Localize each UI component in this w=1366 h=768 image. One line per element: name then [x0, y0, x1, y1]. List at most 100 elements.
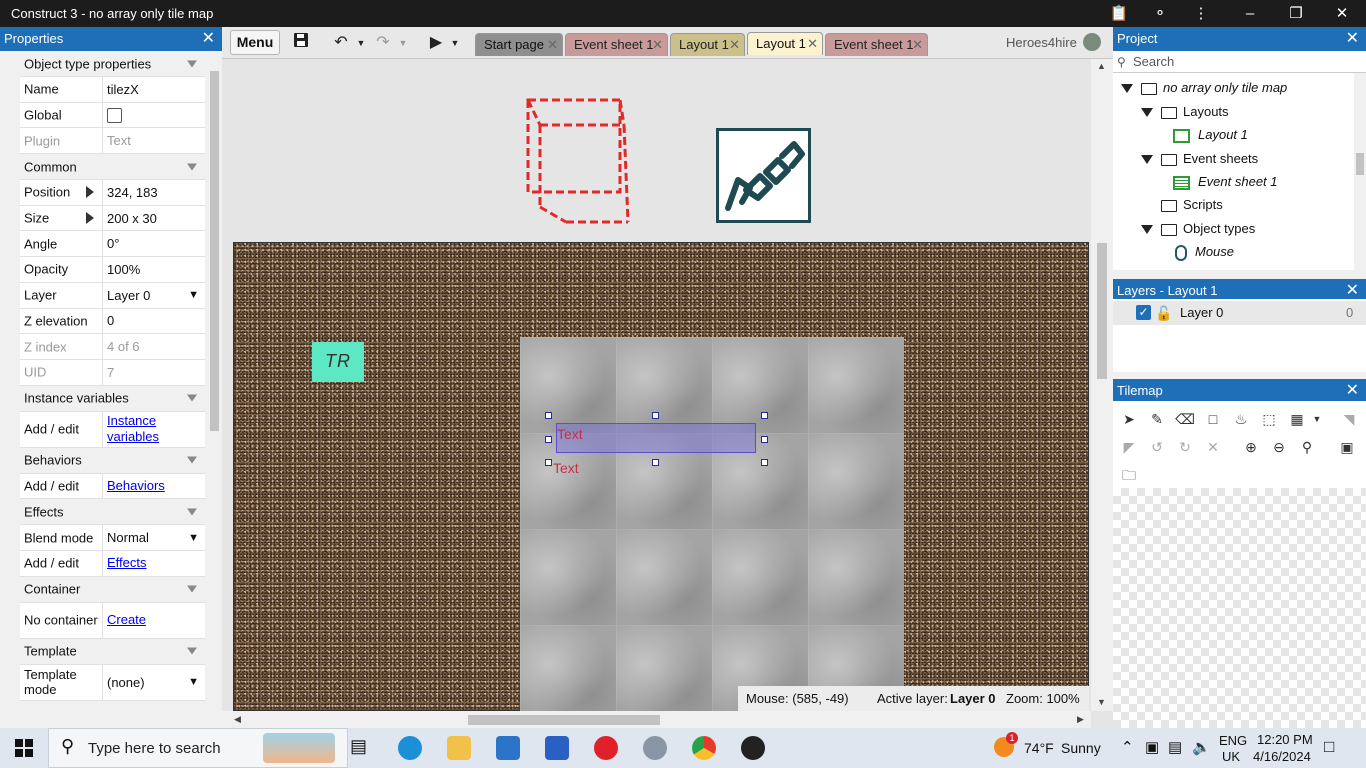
eraser-icon[interactable]: ⌫: [1175, 409, 1195, 429]
tileset-grid[interactable]: [1113, 488, 1366, 728]
volume-icon[interactable]: 🔈: [1192, 738, 1211, 756]
pencil-icon[interactable]: ✎: [1147, 409, 1167, 429]
text-instance-1[interactable]: Text: [557, 426, 583, 442]
property-link[interactable]: Effects: [107, 555, 147, 571]
property-value[interactable]: Instance variables: [102, 411, 205, 447]
tile-brush-icon[interactable]: ▦: [1287, 409, 1307, 429]
close-tab-icon[interactable]: ✕: [729, 34, 740, 56]
layout-view[interactable]: TR Text Text Mouse: (585, -49) Active la…: [222, 59, 1113, 728]
property-section[interactable]: Container: [20, 576, 205, 603]
vertical-scrollbar[interactable]: ▲ ▼: [1091, 59, 1113, 711]
tree-item[interactable]: Object types: [1141, 218, 1255, 240]
tree-item[interactable]: Event sheets: [1141, 148, 1258, 170]
play-icon[interactable]: ▶: [427, 32, 445, 54]
property-section[interactable]: Instance variables: [20, 385, 205, 412]
clear-icon[interactable]: ✕: [1203, 437, 1223, 457]
store-icon[interactable]: [545, 736, 569, 760]
task-view-icon[interactable]: ▤: [350, 736, 367, 757]
minimize-button[interactable]: –: [1230, 0, 1270, 27]
rotate-cw-icon[interactable]: ↻: [1175, 437, 1195, 457]
property-row[interactable]: Z elevation 0: [20, 308, 205, 335]
close-icon[interactable]: ✕: [1346, 379, 1359, 403]
language-primary[interactable]: ENG: [1219, 733, 1247, 748]
property-row[interactable]: Add / edit Instance variables: [20, 411, 205, 448]
clipboard-icon[interactable]: 📋: [1099, 0, 1139, 27]
weather-text[interactable]: Sunny: [1061, 740, 1101, 756]
more-vert-icon[interactable]: ⋮: [1181, 0, 1221, 27]
media-player-icon[interactable]: [741, 736, 765, 760]
property-section[interactable]: Common: [20, 154, 205, 181]
taskbar-search-input[interactable]: ⚲ Type here to search: [48, 728, 348, 768]
resize-handle-l[interactable]: [545, 436, 552, 443]
rectangle-icon[interactable]: □: [1203, 409, 1223, 429]
property-value[interactable]: 0°: [102, 231, 205, 257]
tree-item[interactable]: Event sheet 1: [1173, 171, 1278, 193]
resize-handle-t[interactable]: [652, 412, 659, 419]
scroll-left-icon[interactable]: ◀: [234, 714, 241, 725]
close-tab-icon[interactable]: ✕: [547, 34, 558, 56]
property-row[interactable]: Size 200 x 30: [20, 205, 205, 232]
project-search-input[interactable]: ⚲ Search: [1113, 51, 1366, 73]
property-row[interactable]: Position 324, 183: [20, 180, 205, 206]
tree-item[interactable]: Layouts: [1141, 101, 1229, 123]
property-value[interactable]: 200 x 30: [102, 205, 205, 231]
collapse-icon[interactable]: [187, 585, 197, 593]
property-link[interactable]: Behaviors: [107, 478, 165, 494]
scroll-up-icon[interactable]: ▲: [1097, 61, 1106, 71]
scroll-right-icon[interactable]: ▶: [1077, 714, 1084, 725]
network-icon[interactable]: ▤: [1168, 738, 1182, 756]
expand-tree-icon[interactable]: [1141, 108, 1153, 118]
property-section[interactable]: Object type properties: [20, 51, 205, 77]
mirror-icon[interactable]: ◥: [1339, 409, 1359, 429]
property-row[interactable]: Add / edit Effects: [20, 550, 205, 577]
project-scrollbar[interactable]: [1354, 73, 1366, 270]
settings-icon[interactable]: [643, 736, 667, 760]
chevron-up-icon[interactable]: ⌃: [1121, 738, 1134, 756]
windows-start-icon[interactable]: [15, 739, 33, 757]
expand-tree-icon[interactable]: [1141, 155, 1153, 165]
flip-icon[interactable]: ◤: [1119, 437, 1139, 457]
scroll-down-icon[interactable]: ▼: [1097, 697, 1106, 707]
property-row[interactable]: Add / edit Behaviors: [20, 473, 205, 500]
clock-time[interactable]: 12:20 PM: [1257, 732, 1313, 747]
expand-icon[interactable]: [86, 212, 94, 225]
file-explorer-icon[interactable]: [447, 736, 471, 760]
save-icon[interactable]: ▣: [1337, 437, 1357, 457]
opera-icon[interactable]: [594, 736, 618, 760]
property-link[interactable]: Create: [107, 612, 146, 628]
menu-button[interactable]: Menu: [230, 30, 280, 55]
undo-icon[interactable]: ↶: [330, 32, 352, 54]
global-checkbox[interactable]: [107, 107, 122, 123]
language-secondary[interactable]: UK: [1222, 749, 1240, 764]
fill-icon[interactable]: ♨: [1231, 409, 1251, 429]
expand-icon[interactable]: [86, 186, 94, 199]
close-icon[interactable]: ✕: [202, 27, 215, 51]
resize-handle-r[interactable]: [761, 436, 768, 443]
property-row[interactable]: UID 7: [20, 359, 205, 386]
property-row[interactable]: Layer Layer 0 ▼: [20, 282, 205, 309]
lock-icon[interactable]: 🔓: [1155, 301, 1172, 325]
property-value[interactable]: 0: [102, 308, 205, 334]
property-value[interactable]: Effects: [102, 550, 205, 576]
property-section[interactable]: Effects: [20, 499, 205, 526]
save-icon[interactable]: [292, 32, 310, 54]
meet-now-icon[interactable]: ▣: [1145, 738, 1159, 756]
play-dropdown-icon[interactable]: ▼: [450, 32, 460, 54]
property-section[interactable]: Template: [20, 638, 205, 665]
resize-handle-tl[interactable]: [545, 412, 552, 419]
chrome-icon[interactable]: [692, 736, 716, 760]
tree-item[interactable]: no array only tile map: [1121, 77, 1287, 99]
pointer-icon[interactable]: ➤: [1119, 409, 1139, 429]
edge-icon[interactable]: [398, 736, 422, 760]
collapse-icon[interactable]: [187, 456, 197, 464]
redo-icon[interactable]: ↷: [372, 32, 394, 54]
zoom-in-icon[interactable]: ⊕: [1241, 437, 1261, 457]
property-link[interactable]: Instance variables: [107, 413, 205, 445]
collapse-icon[interactable]: [187, 508, 197, 516]
property-value[interactable]: 324, 183: [102, 180, 205, 205]
property-row[interactable]: Angle 0°: [20, 231, 205, 258]
resize-handle-tr[interactable]: [761, 412, 768, 419]
property-row[interactable]: No container Create: [20, 602, 205, 639]
chevron-down-icon[interactable]: ▼: [188, 289, 199, 301]
tilemap-object[interactable]: [520, 337, 904, 711]
